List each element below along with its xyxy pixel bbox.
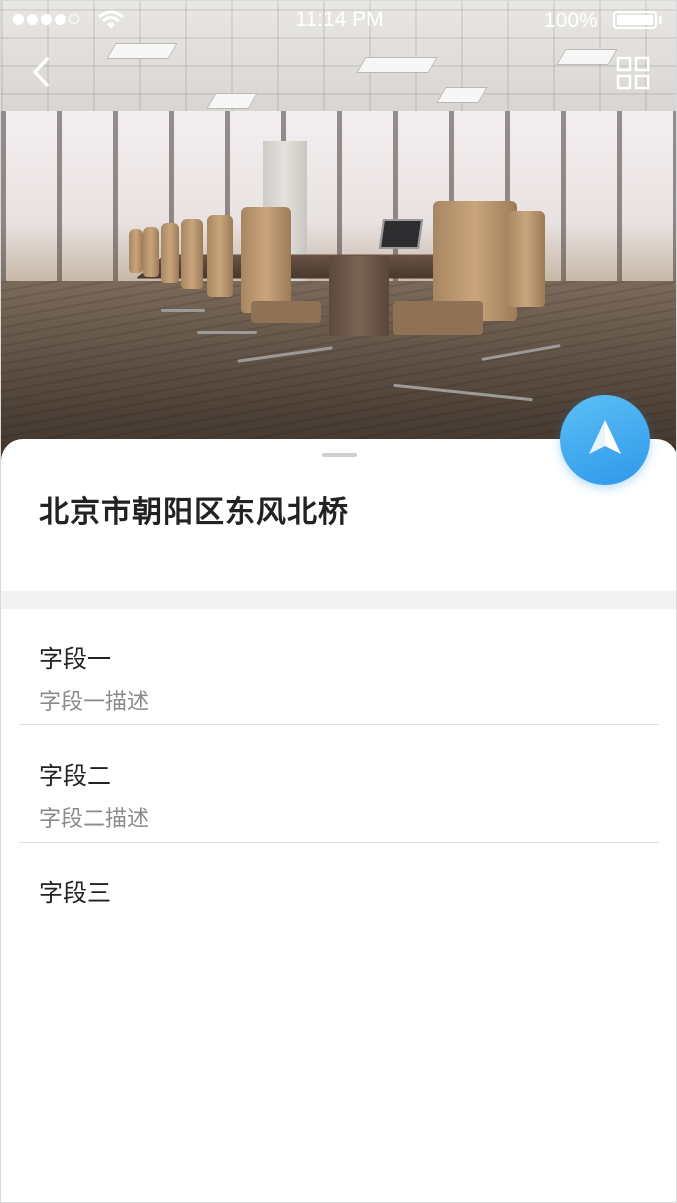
navigate-button[interactable] (560, 395, 650, 485)
drag-handle[interactable] (322, 453, 357, 457)
navigation-arrow-icon (589, 420, 621, 454)
status-bar: 11:14 PM 100% (1, 1, 676, 41)
back-button[interactable] (23, 53, 63, 93)
grid-icon (616, 56, 650, 90)
battery-percentage: 100% (544, 9, 598, 32)
address-title: 北京市朝阳区东风北桥 (39, 495, 349, 530)
field-label: 字段三 (39, 879, 111, 907)
field-label: 字段二 (39, 762, 111, 790)
chevron-left-icon (33, 57, 49, 87)
list-item[interactable]: 字段一 字段一描述 (39, 639, 639, 716)
list-item[interactable]: 字段二 字段二描述 (39, 756, 639, 833)
field-label: 字段一 (39, 645, 111, 673)
list-item[interactable]: 字段三 (39, 873, 639, 908)
section-divider (1, 591, 676, 609)
conference-room-photo (1, 1, 676, 471)
battery-icon (613, 11, 657, 29)
phone-screen: 11:14 PM 100% 北京市朝阳区东风北桥 字段一 字段一描述 字段二 字… (0, 0, 677, 1203)
field-description: 字段二描述 (39, 807, 150, 832)
row-divider (19, 724, 659, 725)
grid-view-button[interactable] (613, 53, 653, 93)
row-divider (19, 842, 659, 843)
laptop (378, 219, 424, 249)
field-description: 字段一描述 (39, 690, 150, 715)
